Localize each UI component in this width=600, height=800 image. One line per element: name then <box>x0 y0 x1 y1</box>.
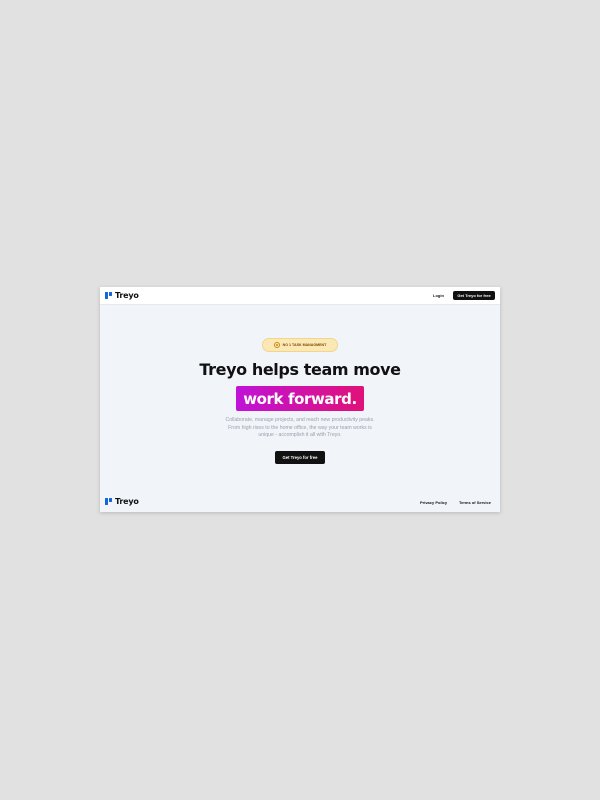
privacy-policy-link[interactable]: Privacy Policy <box>420 500 447 505</box>
description-line: From high rises to the home office, the … <box>228 424 372 431</box>
lightbulb-icon <box>273 342 280 348</box>
hero-highlight: work forward. <box>236 386 364 411</box>
brand-logo[interactable]: Treyo <box>105 291 139 300</box>
hero-description: Collaborate, manage projects, and reach … <box>195 417 405 440</box>
login-link[interactable]: Login <box>433 293 444 298</box>
description-line: Collaborate, manage projects, and reach … <box>225 417 375 423</box>
hero-headline: Treyo helps team move <box>199 360 401 379</box>
treyo-logo-icon <box>105 292 112 299</box>
app-window: Treyo Login Get Treyo for free NO 1 TASK… <box>100 287 500 512</box>
tagline-badge: NO 1 TASK MANAGMENT <box>262 338 338 352</box>
description-line: unique - accomplish it all with Treyo. <box>258 432 342 438</box>
treyo-logo-icon <box>105 498 112 505</box>
top-navbar: Treyo Login Get Treyo for free <box>100 287 500 305</box>
nav-get-started-button[interactable]: Get Treyo for free <box>453 291 495 300</box>
hero-get-started-button[interactable]: Get Treyo for free <box>275 451 325 464</box>
badge-label: NO 1 TASK MANAGMENT <box>282 343 327 347</box>
brand-name: Treyo <box>115 291 139 300</box>
terms-of-service-link[interactable]: Terms of Service <box>459 500 491 505</box>
footer-brand-name: Treyo <box>115 497 139 506</box>
footer-brand-logo[interactable]: Treyo <box>105 497 139 506</box>
